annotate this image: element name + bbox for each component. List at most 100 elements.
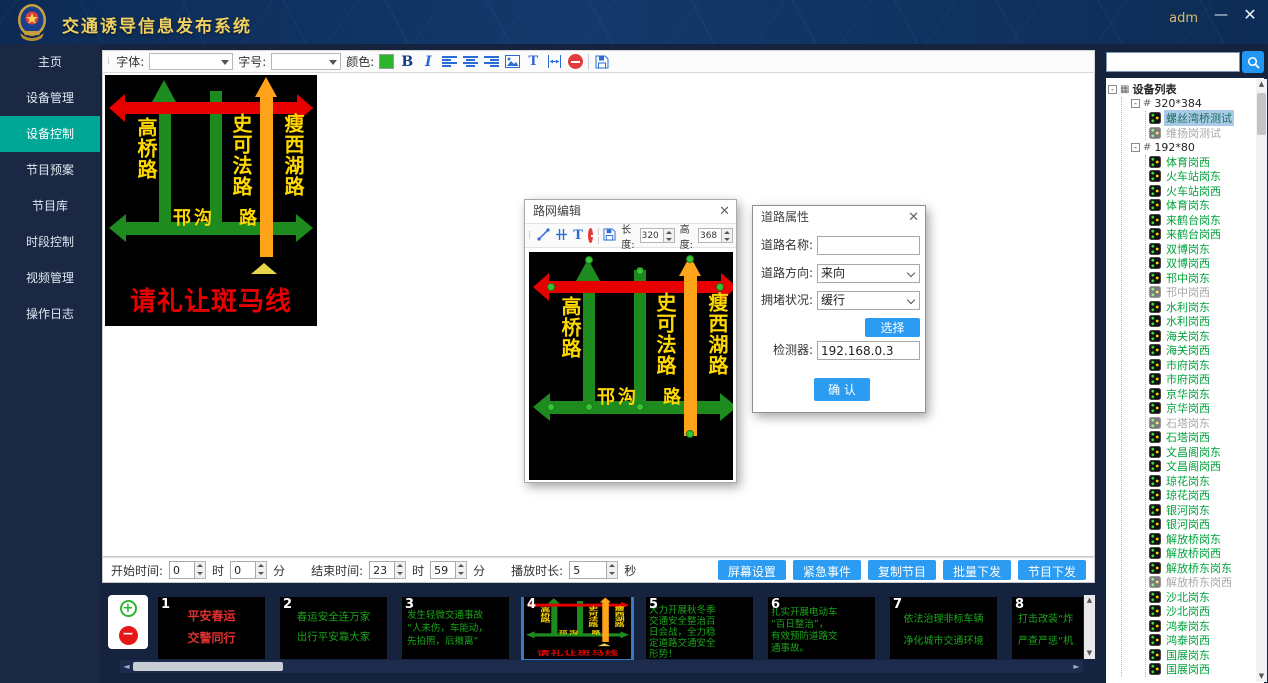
color-swatch[interactable] xyxy=(379,54,394,69)
start-minute-spinner[interactable] xyxy=(230,561,267,579)
font-select[interactable] xyxy=(149,53,233,70)
bold-button[interactable]: B xyxy=(399,53,415,70)
end-minute-spinner[interactable] xyxy=(430,561,467,579)
road-direction-select[interactable]: 来向 xyxy=(817,264,920,283)
align-left-button[interactable] xyxy=(441,53,457,70)
device-item[interactable]: 解放桥岗西 xyxy=(1149,546,1250,561)
duration-input[interactable] xyxy=(569,561,607,579)
program-thumbnail[interactable]: 7 依法治理非标车辆净化城市交通环境 xyxy=(890,597,997,659)
device-item[interactable]: 文昌阁岗西 xyxy=(1149,459,1250,474)
device-item[interactable]: 石塔岗西 xyxy=(1149,430,1250,445)
scrollbar-thumb[interactable] xyxy=(133,662,283,671)
action-button-紧急事件[interactable]: 紧急事件 xyxy=(793,560,861,580)
duration-spinner[interactable] xyxy=(569,561,618,579)
node-handle[interactable] xyxy=(585,256,593,264)
node-handle[interactable] xyxy=(686,255,694,263)
device-item[interactable]: 邗中岗西 xyxy=(1149,285,1250,300)
device-item[interactable]: 银河岗西 xyxy=(1149,517,1250,532)
device-item[interactable]: 市府岗西 xyxy=(1149,372,1250,387)
device-item[interactable]: 体育岗西 xyxy=(1149,155,1250,170)
program-thumbnail[interactable]: 1 平安春运交警同行 xyxy=(158,597,265,659)
device-item[interactable]: 水利岗西 xyxy=(1149,314,1250,329)
sidebar-item-节目预案[interactable]: 节目预案 xyxy=(0,152,100,188)
device-item[interactable]: 解放桥东岗东 xyxy=(1149,561,1250,576)
device-item[interactable]: 双博岗东 xyxy=(1149,242,1250,257)
scroll-up-icon[interactable]: ▲ xyxy=(1256,79,1267,90)
device-item[interactable]: 来鹤台岗西 xyxy=(1149,227,1250,242)
device-item[interactable]: 邗中岗东 xyxy=(1149,271,1250,286)
start-minute-input[interactable] xyxy=(230,561,256,579)
minimize-icon[interactable]: — xyxy=(1212,6,1230,24)
sidebar-item-操作日志[interactable]: 操作日志 xyxy=(0,296,100,332)
device-item[interactable]: 火车站岗西 xyxy=(1149,184,1250,199)
align-right-button[interactable] xyxy=(483,53,499,70)
tree-scrollbar[interactable]: ▲ ▼ xyxy=(1256,79,1267,682)
size-select[interactable] xyxy=(271,53,341,70)
dialog-titlebar[interactable]: 道路属性 ✕ xyxy=(753,206,925,229)
device-item[interactable]: 双博岗西 xyxy=(1149,256,1250,271)
end-hour-spinner[interactable] xyxy=(369,561,406,579)
road-editor-canvas[interactable]: 高桥路 史可法路 瘦西湖路 邗沟 路 xyxy=(529,252,733,480)
scroll-up-icon[interactable]: ▲ xyxy=(1084,595,1095,606)
device-item[interactable]: 沙北岗西 xyxy=(1149,604,1250,619)
node-handle[interactable] xyxy=(636,267,644,275)
node-handle[interactable] xyxy=(636,403,644,411)
horizontal-scrollbar[interactable]: ◄ ► xyxy=(120,660,1083,673)
node-handle[interactable] xyxy=(716,283,724,291)
sidebar-item-视频管理[interactable]: 视频管理 xyxy=(0,260,100,296)
node-handle[interactable] xyxy=(686,430,694,438)
device-item[interactable]: 京华岗西 xyxy=(1149,401,1250,416)
sidebar-item-设备管理[interactable]: 设备管理 xyxy=(0,80,100,116)
collapse-icon[interactable]: - xyxy=(1131,99,1140,108)
start-hour-input[interactable] xyxy=(169,561,195,579)
device-group[interactable]: - # 192*80 xyxy=(1131,140,1250,155)
device-item[interactable]: 体育岗东 xyxy=(1149,198,1250,213)
save-button[interactable] xyxy=(594,53,610,70)
search-button[interactable] xyxy=(1242,51,1264,73)
device-item[interactable]: 市府岗东 xyxy=(1149,358,1250,373)
program-thumbnail[interactable]: 2 春运安全连万家出行平安靠大家 xyxy=(280,597,387,659)
sidebar-item-设备控制[interactable]: 设备控制 xyxy=(0,116,100,152)
start-hour-spinner[interactable] xyxy=(169,561,206,579)
device-item[interactable]: 石塔岗东 xyxy=(1149,416,1250,431)
scroll-down-icon[interactable]: ▼ xyxy=(1084,648,1095,659)
node-handle[interactable] xyxy=(547,403,555,411)
device-search-input[interactable] xyxy=(1106,52,1240,72)
delete-icon[interactable] xyxy=(588,228,593,243)
scroll-left-icon[interactable]: ◄ xyxy=(120,662,133,671)
end-hour-input[interactable] xyxy=(369,561,395,579)
device-item[interactable]: 国展岗西 xyxy=(1149,662,1250,677)
device-item[interactable]: 海关岗西 xyxy=(1149,343,1250,358)
device-item[interactable]: 鸿泰岗西 xyxy=(1149,633,1250,648)
add-program-button[interactable]: + xyxy=(120,600,137,617)
italic-button[interactable]: I xyxy=(420,53,436,70)
sign-preview[interactable]: 高桥路 史可法路 瘦西湖路 邗沟 路 请礼让斑马线 xyxy=(105,75,317,326)
device-item[interactable]: 文昌阁岗东 xyxy=(1149,445,1250,460)
device-item[interactable]: 维扬岗测试 xyxy=(1149,126,1250,141)
congestion-select[interactable]: 缓行 xyxy=(817,291,920,310)
device-item[interactable]: 解放桥东岗西 xyxy=(1149,575,1250,590)
length-spinner[interactable] xyxy=(640,228,675,243)
program-thumbnail[interactable]: 6 扎实开展电动车“百日整治”，有效预防道路交通事故。 xyxy=(768,597,875,659)
device-group[interactable]: - # 320*384 xyxy=(1131,97,1250,112)
program-thumbnail[interactable]: 4 高桥路 史可法路 瘦西湖路 邗沟 路 请礼让斑马线 xyxy=(524,597,631,659)
device-item[interactable]: 鸿泰岗东 xyxy=(1149,619,1250,634)
save-button[interactable] xyxy=(603,226,616,245)
device-item[interactable]: 琼花岗西 xyxy=(1149,488,1250,503)
device-item[interactable]: 解放桥岗东 xyxy=(1149,532,1250,547)
height-input[interactable] xyxy=(698,228,722,243)
program-thumbnail[interactable]: 8 打击改装“炸严查严惩“机 xyxy=(1012,597,1083,659)
action-button-屏幕设置[interactable]: 屏幕设置 xyxy=(718,560,786,580)
collapse-icon[interactable]: - xyxy=(1131,143,1140,152)
device-item[interactable]: 国展岗东 xyxy=(1149,648,1250,663)
detector-input[interactable] xyxy=(817,341,920,360)
device-tree-root[interactable]: - ▦ 设备列表 xyxy=(1108,82,1250,97)
close-icon[interactable]: ✕ xyxy=(1240,5,1260,25)
spacing-button[interactable] xyxy=(546,53,562,70)
action-button-复制节目[interactable]: 复制节目 xyxy=(868,560,936,580)
device-item[interactable]: 来鹤台岗东 xyxy=(1149,213,1250,228)
sidebar-item-节目库[interactable]: 节目库 xyxy=(0,188,100,224)
text-tool-button[interactable]: T xyxy=(525,53,541,70)
sidebar-item-时段控制[interactable]: 时段控制 xyxy=(0,224,100,260)
device-item[interactable]: 银河岗东 xyxy=(1149,503,1250,518)
